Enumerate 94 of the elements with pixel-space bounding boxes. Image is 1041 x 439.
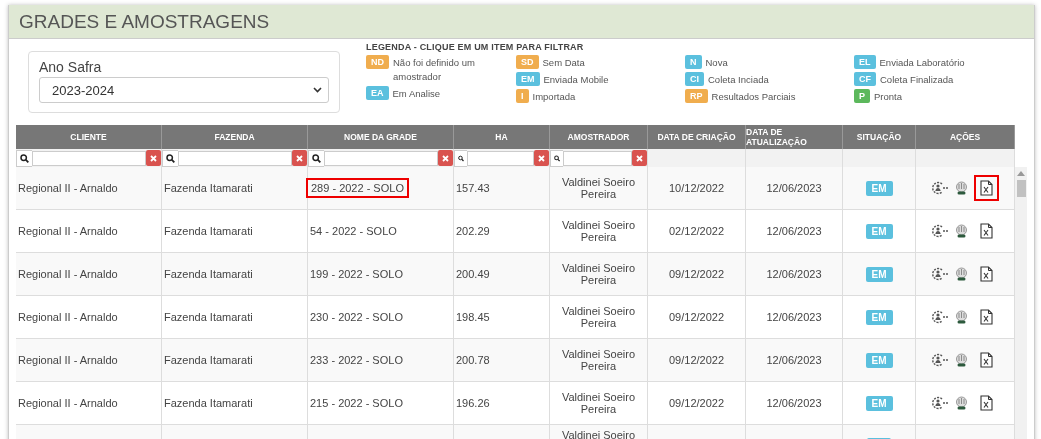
table-cell: 230 - 2022 - SOLO (310, 311, 403, 323)
status-label: EM (865, 309, 893, 325)
table-cell: 02/12/2022 (668, 225, 725, 237)
people-arrow-icon[interactable] (931, 181, 949, 195)
table-cell: Regional II - Arnaldo (18, 225, 118, 237)
status-label: EM (865, 266, 893, 282)
table-cell: Fazenda Itamarati (164, 397, 253, 409)
table-cell: 12/06/2023 (766, 397, 822, 409)
legend-label[interactable]: Enviada Laboratório (879, 55, 980, 70)
table-cell-text: Valdinei Soeiro Pereira (560, 305, 637, 329)
scrollbar[interactable] (1015, 167, 1027, 439)
table-cell-text: Valdinei Soeiro Pereira (560, 262, 637, 286)
table-cell: Regional II - Arnaldo (18, 182, 118, 194)
page-title: GRADES E AMOSTRAGENS (19, 10, 270, 33)
legend-label[interactable]: Resultados Parciais (711, 89, 812, 104)
filter-field[interactable] (178, 150, 292, 166)
filter-field[interactable] (563, 150, 632, 166)
table-cell: 199 - 2022 - SOLO (310, 268, 403, 280)
clear-filter-button[interactable] (438, 150, 453, 166)
excel-export-icon[interactable] (973, 175, 999, 201)
table-cell: Fazenda Itamarati (164, 182, 253, 194)
filter-field[interactable] (32, 150, 146, 166)
lightbulb-icon[interactable] (954, 353, 968, 367)
legend-label[interactable]: Coleta Finalizada (880, 72, 980, 87)
table-cell: Regional II - Arnaldo (18, 354, 118, 366)
lightbulb-icon[interactable] (954, 396, 968, 410)
table-cell: 200.78 (456, 354, 490, 366)
table-cell: 202.29 (456, 225, 490, 237)
table-cell: Fazenda Itamarati (164, 225, 253, 237)
table-cell: 54 - 2022 - SOLO (310, 225, 397, 237)
legend-label[interactable]: Em Analise (392, 86, 493, 101)
legend-label[interactable]: Importada (532, 89, 633, 104)
clear-filter-button[interactable] (146, 150, 161, 166)
status-label: EM (865, 180, 893, 196)
table-cell: 09/12/2022 (668, 268, 725, 280)
status-label: EM (865, 352, 893, 368)
table-cell: Fazenda Itamarati (164, 311, 253, 323)
table-cell: 12/06/2023 (766, 354, 822, 366)
filter-field[interactable] (466, 150, 534, 166)
status-label: EM (865, 395, 893, 411)
table-cell: 09/12/2022 (668, 311, 725, 323)
table-cell: 09/12/2022 (668, 354, 725, 366)
people-arrow-icon[interactable] (931, 267, 949, 281)
people-arrow-icon[interactable] (931, 396, 949, 410)
legend-label[interactable]: Nova (705, 55, 806, 70)
table-cell: 233 - 2022 - SOLO (310, 354, 403, 366)
table-cell: 12/06/2023 (766, 311, 822, 323)
table-cell: 10/12/2022 (668, 182, 725, 194)
table-cell: 157.43 (456, 182, 490, 194)
lightbulb-icon[interactable] (954, 181, 968, 195)
people-arrow-icon[interactable] (931, 224, 949, 238)
legend-label[interactable]: Não foi definido um amostrador (393, 55, 493, 84)
table-cell: 12/06/2023 (766, 225, 822, 237)
table-cell: 196.26 (456, 397, 490, 409)
table-cell: 200.49 (456, 268, 490, 280)
lightbulb-icon[interactable] (954, 267, 968, 281)
crop-year-label: Ano Safra (39, 59, 103, 75)
crop-year-select[interactable]: 2023-2024 (39, 77, 329, 103)
close-icon (150, 154, 157, 162)
legend-label[interactable]: Coleta Inciada (708, 72, 808, 87)
table-cell: Regional II - Arnaldo (18, 397, 118, 409)
table-cell-text: Valdinei Soeiro Pereira (560, 391, 637, 415)
clear-filter-button[interactable] (534, 150, 549, 166)
lightbulb-icon[interactable] (954, 224, 968, 238)
clear-filter-button[interactable] (292, 150, 307, 166)
table-cell: 12/06/2023 (766, 182, 822, 194)
table-cell: Fazenda Itamarati (164, 354, 253, 366)
people-arrow-icon[interactable] (931, 353, 949, 367)
close-icon (296, 154, 303, 162)
table-cell: Regional II - Arnaldo (18, 268, 118, 280)
lightbulb-icon[interactable] (954, 310, 968, 324)
table-cell-text: Valdinei Soeiro Pereira (560, 176, 637, 200)
close-icon (442, 154, 449, 162)
clear-filter-button[interactable] (632, 150, 647, 166)
scroll-thumb[interactable] (1016, 180, 1026, 197)
close-icon (636, 154, 643, 162)
chevron-down-icon (313, 87, 322, 93)
people-arrow-icon[interactable] (931, 310, 949, 324)
table-cell-text: Valdinei Soeiro Pereira (560, 219, 637, 243)
table-cell-text: Valdinei Soeiro Pereira (560, 348, 637, 372)
table-cell: 198.45 (456, 311, 490, 323)
table-cell: Regional II - Arnaldo (18, 311, 118, 323)
legend-label[interactable]: Pronta (874, 89, 974, 104)
filter-field[interactable] (324, 150, 438, 166)
table-cell: 12/06/2023 (766, 268, 822, 280)
status-label: EM (865, 223, 893, 239)
table-cell: Valdinei Soeiro (561, 429, 636, 439)
legend-title: LEGENDA - CLIQUE EM UM ITEM PARA FILTRAR (366, 42, 585, 52)
legend-label[interactable]: Enviada Mobile (543, 72, 644, 87)
legend-label[interactable]: Sem Data (542, 55, 643, 70)
table-cell: Fazenda Itamarati (164, 268, 253, 280)
close-icon (538, 154, 545, 162)
table-cell: 215 - 2022 - SOLO (310, 397, 403, 409)
table-cell: 09/12/2022 (668, 397, 725, 409)
